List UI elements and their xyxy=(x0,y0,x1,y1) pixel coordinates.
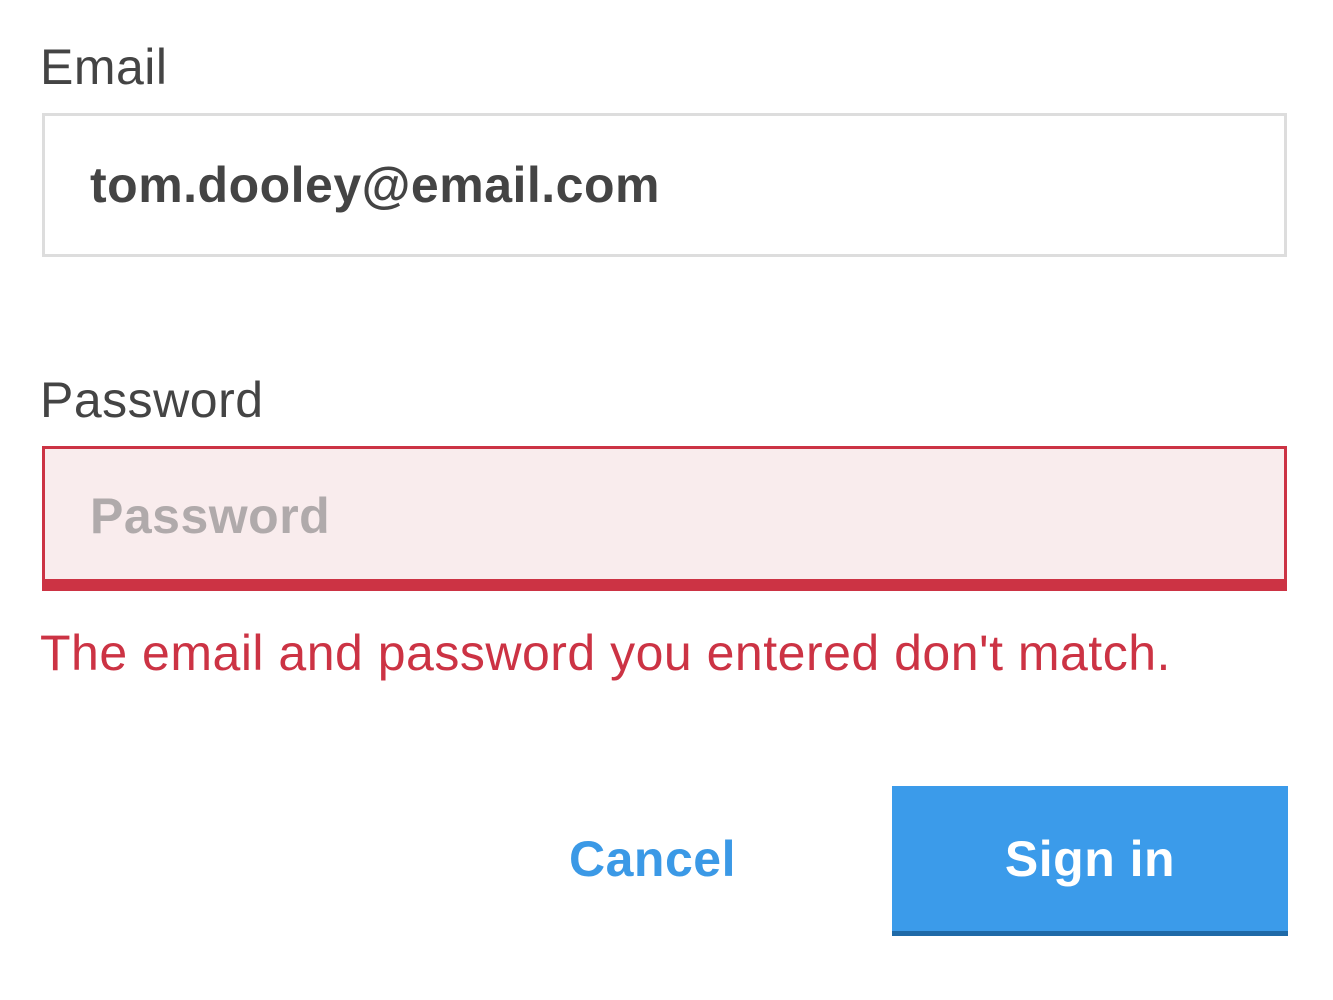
password-field[interactable] xyxy=(42,446,1287,591)
error-message: The email and password you entered don't… xyxy=(40,625,1171,681)
sign-in-button[interactable]: Sign in xyxy=(892,786,1288,936)
email-label: Email xyxy=(40,39,168,95)
cancel-button[interactable]: Cancel xyxy=(520,786,785,932)
password-label: Password xyxy=(40,372,264,428)
email-field[interactable] xyxy=(42,113,1287,257)
